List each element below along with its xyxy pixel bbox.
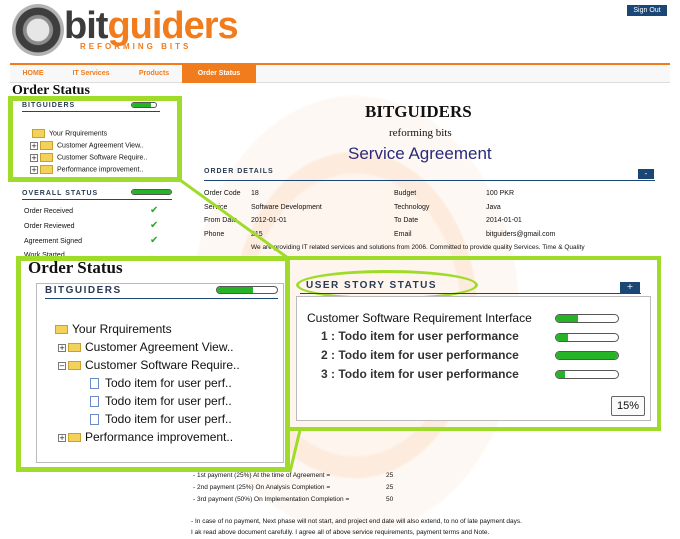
connector-lines bbox=[179, 178, 302, 473]
